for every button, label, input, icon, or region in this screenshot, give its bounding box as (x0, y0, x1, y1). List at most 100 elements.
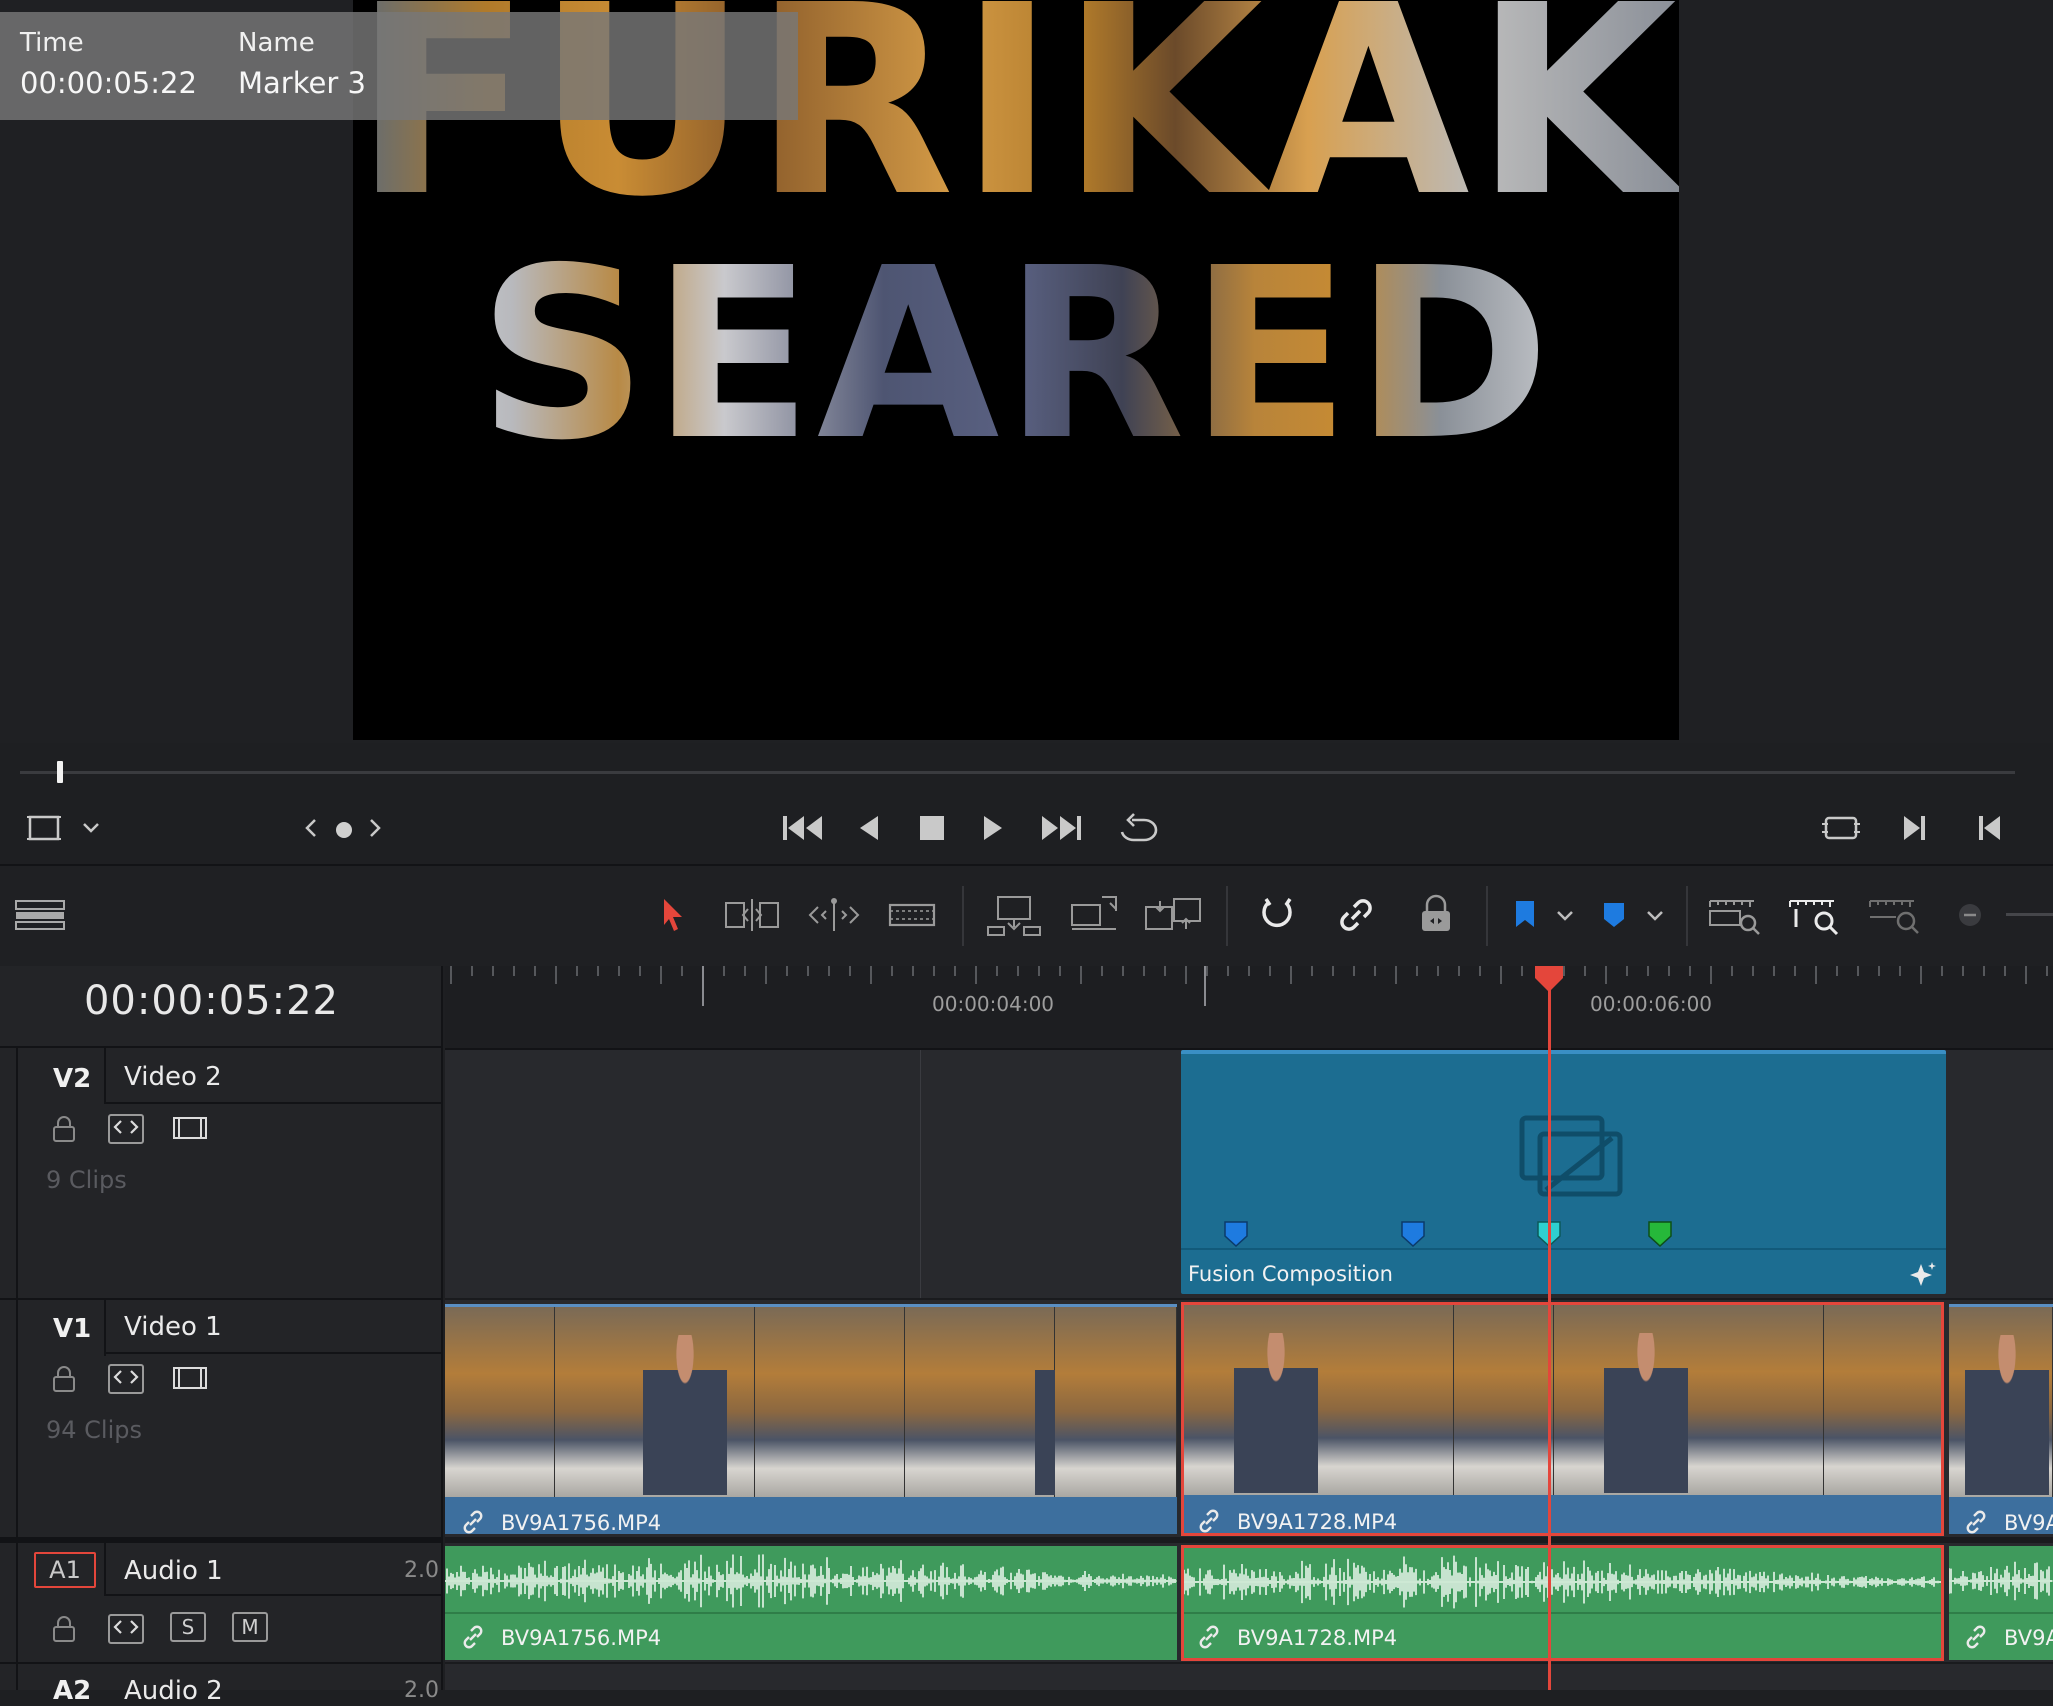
zoom-out-button[interactable] (1956, 890, 1984, 940)
skip-start-icon (783, 816, 822, 840)
ruler-ticks (450, 966, 2048, 1006)
video-clip-bv9a1728[interactable]: BV9A1728.MP4 (1181, 1302, 1944, 1536)
toolbar-separator (1686, 886, 1688, 946)
linked-selection-button[interactable] (1332, 890, 1380, 940)
reverse-button[interactable] (854, 810, 884, 846)
lock-track-v1[interactable] (50, 1364, 78, 1398)
go-to-end-button[interactable] (1038, 810, 1084, 846)
toolbar-separator (1226, 886, 1228, 946)
film-icon (173, 1117, 207, 1139)
selection-tool-button[interactable] (652, 890, 692, 940)
prev-marker-button[interactable] (300, 814, 322, 842)
viewer-size-button[interactable] (26, 812, 62, 844)
go-to-start-button[interactable] (780, 810, 826, 846)
match-frame-button[interactable] (1820, 810, 1862, 846)
timeline-timecode[interactable]: 00:00:05:22 (0, 978, 423, 1024)
video-clip-bv9a-next[interactable]: BV9A (1949, 1304, 2053, 1534)
clip-name: BV9A1728.MP4 (1237, 1510, 1398, 1534)
track-name-a1[interactable]: Audio 1 (124, 1556, 223, 1586)
position-lock-button[interactable] (1412, 890, 1460, 940)
gridline (920, 1050, 921, 1298)
clip-thumbnail (1184, 1305, 1454, 1495)
mute-button-a1[interactable]: M (232, 1612, 268, 1642)
prev-edit-button[interactable] (1974, 810, 2006, 846)
clip-divider (1181, 1248, 1946, 1250)
clip-thumbnail (755, 1307, 905, 1497)
ruler-label-4s: 00:00:04:00 (932, 992, 1055, 1016)
scrubber-playhead[interactable] (56, 761, 63, 783)
disable-video-v1[interactable] (172, 1364, 208, 1396)
viewer-scrubber[interactable] (20, 771, 2015, 774)
divider (0, 1537, 443, 1543)
fusion-composition-clip[interactable]: Fusion Composition (1181, 1050, 1946, 1294)
clip-count-v2: 9 Clips (46, 1166, 127, 1194)
track-name-v2[interactable]: Video 2 (124, 1062, 222, 1092)
disable-video-v2[interactable] (172, 1114, 208, 1146)
thumbnail-subject (1604, 1333, 1688, 1493)
flag-dropdown[interactable] (1550, 890, 1580, 940)
zoom-detail-button[interactable] (1786, 890, 1844, 940)
divider (104, 1352, 443, 1354)
track-name-a2[interactable]: Audio 2 (124, 1676, 223, 1706)
auto-select-v2[interactable] (108, 1114, 144, 1144)
stop-button[interactable] (916, 810, 948, 846)
trim-tool-button[interactable] (722, 890, 782, 940)
clip-name: BV9A1756.MP4 (501, 1511, 662, 1534)
track-id-a1[interactable]: A1 (34, 1552, 96, 1588)
thumbnail-subject (643, 1335, 727, 1495)
track-id-v2[interactable]: V2 (53, 1064, 91, 1094)
clip-thumbnail (555, 1307, 755, 1497)
replace-icon (1145, 898, 1201, 930)
play-button[interactable] (978, 810, 1008, 846)
fusion-composition-icon (1519, 1115, 1623, 1197)
next-edit-button[interactable] (1898, 810, 1930, 846)
track-name-v1[interactable]: Video 1 (124, 1312, 222, 1342)
marker-icon (1604, 903, 1624, 927)
timeline-ruler[interactable] (445, 966, 2053, 1050)
dynamic-trim-button[interactable] (804, 890, 864, 940)
lane-divider (445, 1662, 2053, 1664)
insert-icon (987, 896, 1041, 936)
divider (0, 1046, 443, 1048)
playhead-line[interactable] (1548, 980, 1551, 1690)
zoom-custom-icon (1869, 900, 1919, 934)
clip-name: BV9A1756.MP4 (501, 1626, 662, 1650)
marker-dot-button[interactable] (332, 818, 356, 842)
video-clip-bv9a1756[interactable]: BV9A1756.MP4 (445, 1304, 1177, 1534)
insert-clip-button[interactable] (984, 890, 1044, 940)
chevron-down-icon (1647, 911, 1663, 921)
flag-button[interactable] (1508, 890, 1540, 940)
track-id-v1[interactable]: V1 (53, 1314, 91, 1344)
marker-dropdown[interactable] (1640, 890, 1670, 940)
auto-select-a1[interactable] (108, 1614, 144, 1644)
clip-name: BV9A (2004, 1511, 2053, 1534)
audio-clip-bv9a1756[interactable]: BV9A1756.MP4 (445, 1546, 1177, 1660)
match-frame-icon (1822, 816, 1860, 840)
clip-thumbnail (905, 1307, 1119, 1497)
blade-tool-button[interactable] (886, 890, 938, 940)
replace-clip-button[interactable] (1142, 890, 1204, 940)
loop-button[interactable] (1114, 810, 1160, 846)
next-marker-button[interactable] (364, 814, 386, 842)
snapping-button[interactable] (1254, 890, 1302, 940)
zoom-slider[interactable] (2006, 913, 2053, 916)
viewer-size-dropdown[interactable] (80, 814, 102, 840)
overwrite-clip-button[interactable] (1066, 890, 1122, 940)
timeline-view-options-button[interactable] (14, 890, 66, 940)
solo-button-a1[interactable]: S (170, 1612, 206, 1642)
auto-select-v1[interactable] (108, 1364, 144, 1394)
zoom-full-button[interactable] (1706, 890, 1764, 940)
lock-track-a1[interactable] (50, 1614, 78, 1648)
marker-button[interactable] (1598, 890, 1630, 940)
audio-clip-bv9a-next[interactable]: BV9A (1949, 1546, 2053, 1660)
zoom-custom-button[interactable] (1866, 890, 1924, 940)
thumbnail-subject (1965, 1335, 2049, 1495)
clip-thumbnail (1824, 1305, 1941, 1495)
audio-clip-bv9a1728[interactable]: BV9A1728.MP4 (1181, 1545, 1944, 1661)
playhead-handle[interactable] (1533, 966, 1565, 992)
prev-edit-icon (1979, 816, 2000, 840)
lock-track-v2[interactable] (50, 1114, 78, 1148)
marker-time-label: Time (20, 28, 84, 58)
audio-waveform (1184, 1555, 1941, 1609)
track-id-a2[interactable]: A2 (53, 1676, 91, 1706)
